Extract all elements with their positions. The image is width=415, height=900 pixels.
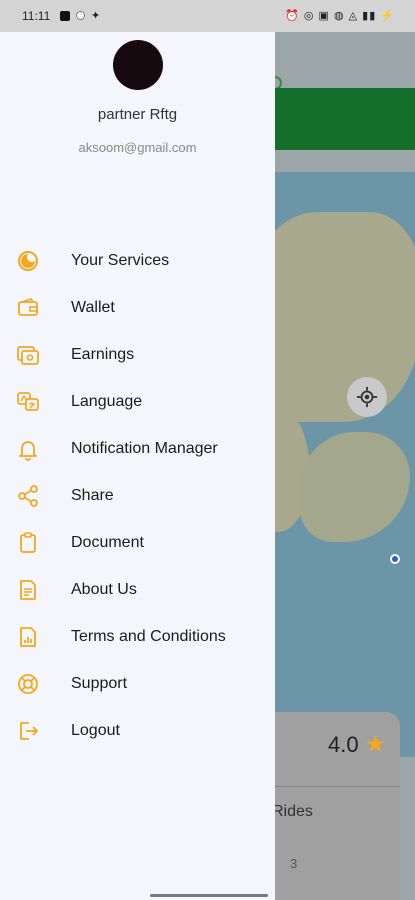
home-indicator[interactable] (150, 894, 268, 897)
circle-icon (76, 11, 85, 20)
user-name: partner Rftg (97, 106, 178, 123)
notification-square-icon (60, 10, 70, 21)
services-icon (16, 249, 40, 273)
rating-value: 4.0 (328, 731, 359, 757)
menu-item-label: About Us (71, 580, 137, 598)
menu-item-your-services[interactable]: Your Services (0, 237, 275, 284)
my-location-button[interactable] (347, 377, 387, 417)
status-left-icons: ✦ (60, 9, 100, 22)
crosshair-icon (356, 386, 378, 408)
twitter-bird-icon: ✦ (91, 10, 101, 22)
logout-icon (16, 719, 40, 743)
bell-icon (16, 437, 40, 461)
about-icon (16, 578, 40, 602)
menu-item-label: Language (71, 392, 143, 410)
map-landmass (300, 432, 410, 542)
earnings-icon (16, 343, 40, 367)
menu-item-wallet[interactable]: Wallet (0, 284, 275, 331)
wallet-icon (16, 296, 40, 320)
star-icon: ★ (364, 731, 387, 758)
rides-label: Rides (272, 803, 313, 820)
support-icon (16, 672, 40, 696)
menu-item-terms-and-conditions[interactable]: Terms and Conditions (0, 613, 275, 660)
menu-item-label: Earnings (71, 345, 135, 363)
menu-item-language[interactable]: Language (0, 378, 275, 425)
menu-item-label: Logout (71, 721, 120, 739)
rating-display: 4.0 ★ (328, 730, 386, 759)
menu-item-share[interactable]: Share (0, 472, 275, 519)
user-email: aksoom@gmail.com (78, 140, 197, 155)
status-right-icons: ⏰ ◎ ▣ ◍ ◬ ▮▮ ⚡ (285, 10, 395, 22)
menu-item-label: Wallet (71, 298, 115, 316)
status-time: 11:11 (22, 9, 51, 23)
avatar[interactable] (113, 40, 163, 90)
menu-item-document[interactable]: Document (0, 519, 275, 566)
language-icon (16, 390, 40, 414)
menu-item-label: Notification Manager (71, 439, 218, 457)
rides-value: 3 (290, 856, 298, 871)
menu-item-logout[interactable]: Logout (0, 707, 275, 754)
menu-item-label: Support (71, 674, 128, 692)
menu-item-notification-manager[interactable]: Notification Manager (0, 425, 275, 472)
menu-item-support[interactable]: Support (0, 660, 275, 707)
navigation-drawer: partner Rftg aksoom@gmail.com Your Servi… (0, 32, 275, 900)
menu-item-label: Document (71, 533, 144, 551)
menu-item-label: Share (71, 486, 114, 504)
menu-item-about-us[interactable]: About Us (0, 566, 275, 613)
menu-item-earnings[interactable]: Earnings (0, 331, 275, 378)
menu-item-label: Your Services (71, 251, 170, 269)
status-bar: 11:11 ✦ ⏰ ◎ ▣ ◍ ◬ ▮▮ ⚡ (0, 0, 415, 32)
document-icon (16, 531, 40, 555)
menu-item-label: Terms and Conditions (71, 627, 226, 645)
current-location-dot (390, 554, 400, 564)
share-icon (16, 484, 40, 508)
terms-icon (16, 625, 40, 649)
drawer-menu: Your Services Wallet Earnings Language N (0, 237, 275, 754)
